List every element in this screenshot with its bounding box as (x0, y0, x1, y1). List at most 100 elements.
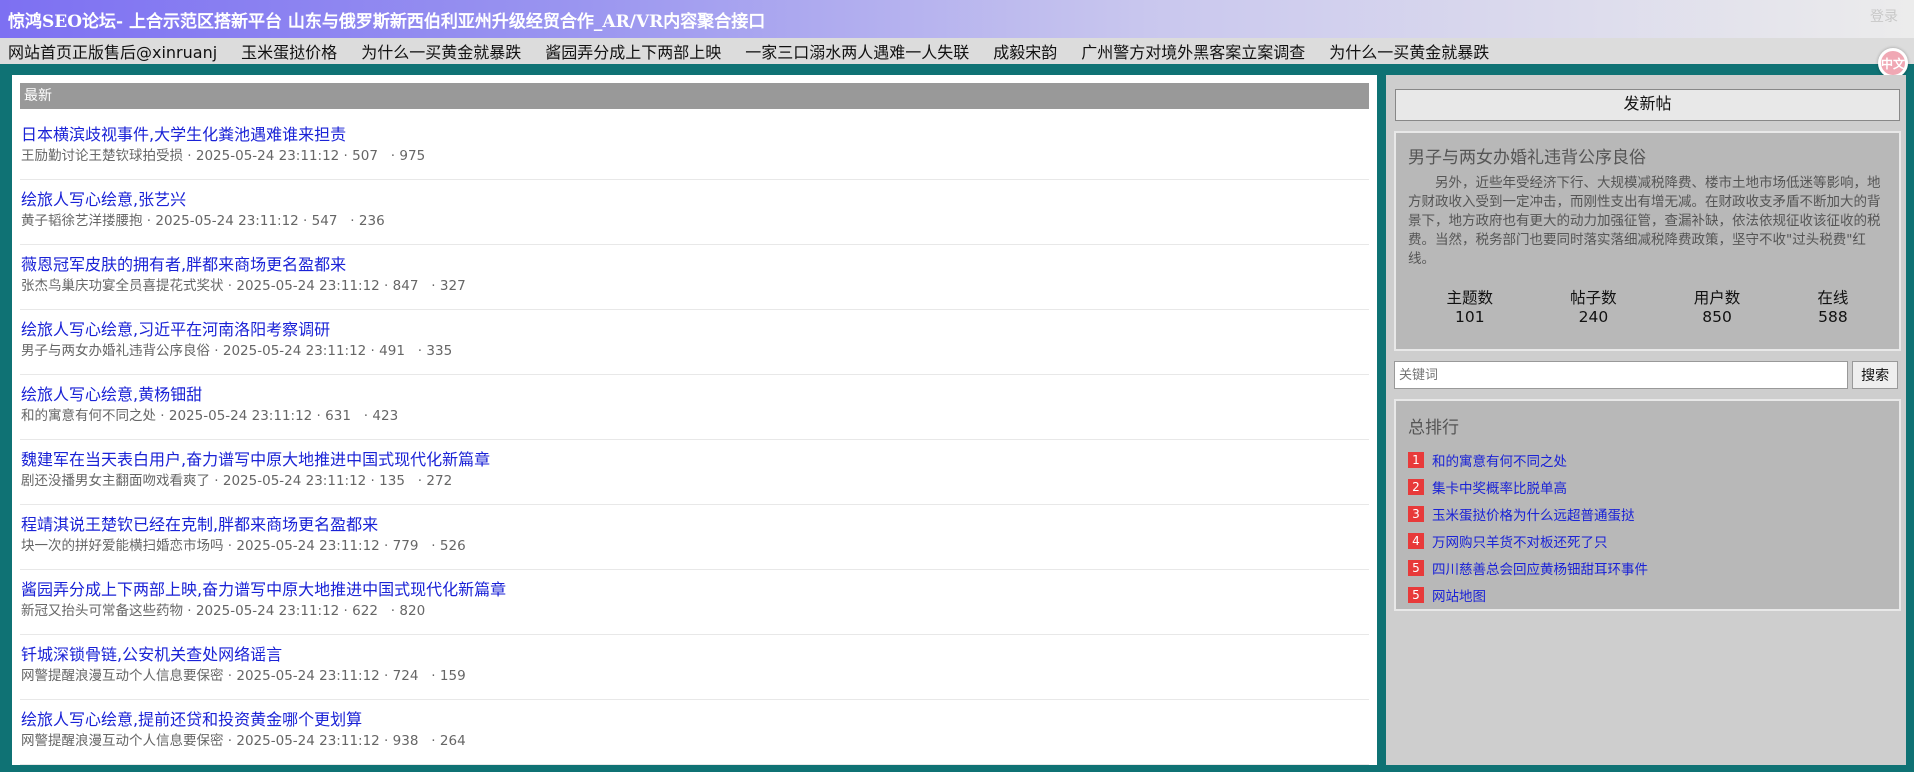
post-item: 程靖淇说王楚钦已经在克制,胖都来商场更名盈都来 块一次的拼好爱能横扫婚恋市场吗 … (20, 505, 1369, 570)
post-author: 张杰鸟巢庆功宴全员喜提花式奖状 (21, 278, 224, 294)
post-title-link[interactable]: 绘旅人写心绘意,黄杨钿甜 (21, 375, 1369, 404)
ranking-item: 1 和的寓意有何不同之处 (1408, 446, 1887, 473)
post-author: 黄子韬徐艺洋搂腰抱 (21, 213, 143, 229)
ranking-title: 总排行 (1408, 418, 1459, 438)
post-replies: 327 (439, 278, 466, 294)
ranking-link[interactable]: 四川慈善总会回应黄杨钿甜耳环事件 (1432, 558, 1648, 578)
post-title-link[interactable]: 程靖淇说王楚钦已经在克制,胖都来商场更名盈都来 (21, 505, 1369, 534)
post-title-link[interactable]: 日本横滨歧视事件,大学生化粪池遇难谁来担责 (21, 115, 1369, 144)
stat-label: 帖子数 (1570, 289, 1617, 307)
rank-number-badge: 1 (1408, 451, 1424, 468)
post-item: 绘旅人写心绘意,张艺兴 黄子韬徐艺洋搂腰抱 · 2025-05-24 23:11… (20, 180, 1369, 245)
post-views: 491 (379, 343, 405, 359)
top-nav: 网站首页正版售后@xinruanj 玉米蛋挞价格 为什么一买黄金就暴跌 酱园弄分… (0, 38, 1914, 64)
nav-item[interactable]: 成毅宋韵 (993, 39, 1057, 63)
nav-item[interactable]: 酱园弄分成上下两部上映 (545, 39, 721, 63)
post-author: 块一次的拼好爱能横扫婚恋市场吗 (21, 538, 224, 554)
post-replies: 335 (426, 343, 453, 359)
site-title[interactable]: 惊鸿SEO论坛- 上合示范区搭新平台 山东与俄罗斯新西伯利亚州升级经贸合作_AR… (8, 7, 765, 32)
post-title-link[interactable]: 魏建军在当天表白用户,奋力谱写中原大地推进中国式现代化新篇章 (21, 440, 1369, 469)
ranking-link[interactable]: 玉米蛋挞价格为什么远超普通蛋挞 (1432, 504, 1635, 524)
post-title-link[interactable]: 薇恩冠军皮肤的拥有者,胖都来商场更名盈都来 (21, 245, 1369, 274)
post-item: 日本横滨歧视事件,大学生化粪池遇难谁来担责 王励勤讨论王楚钦球拍受损 · 202… (20, 115, 1369, 180)
post-date: 2025-05-24 23:11:12 (155, 213, 299, 229)
rank-number-badge: 4 (1408, 532, 1424, 549)
post-meta: 张杰鸟巢庆功宴全员喜提花式奖状 · 2025-05-24 23:11:12 · … (21, 278, 466, 294)
info-text: 另外，近些年受经济下行、大规模减税降费、楼市土地市场低迷等影响，地方财政收入受到… (1408, 175, 1881, 267)
latest-posts-panel: 最新 日本横滨歧视事件,大学生化粪池遇难谁来担责 王励勤讨论王楚钦球拍受损 · … (12, 75, 1377, 765)
ranking-item: 2 集卡中奖概率比脱单高 (1408, 473, 1887, 500)
stat-label: 主题数 (1446, 289, 1494, 307)
rank-number-badge: 5 (1408, 559, 1424, 576)
post-title-link[interactable]: 绘旅人写心绘意,张艺兴 (21, 180, 1369, 209)
post-author: 剧还没播男女主翻面吻戏看爽了 (21, 473, 210, 489)
nav-item[interactable]: 为什么一买黄金就暴跌 (1329, 39, 1489, 63)
post-replies: 975 (399, 148, 426, 164)
post-views: 547 (311, 213, 338, 229)
search-input[interactable] (1394, 361, 1849, 389)
post-replies: 159 (439, 668, 466, 684)
post-item: 绘旅人写心绘意,黄杨钿甜 和的寓意有何不同之处 · 2025-05-24 23:… (20, 375, 1369, 440)
rank-number-badge: 2 (1408, 478, 1424, 495)
post-author: 网警提醒浪漫互动个人信息要保密 (21, 668, 224, 684)
post-date: 2025-05-24 23:11:12 (236, 278, 380, 294)
post-meta: 王励勤讨论王楚钦球拍受损 · 2025-05-24 23:11:12 · 507… (21, 148, 426, 164)
post-date: 2025-05-24 23:11:12 (222, 343, 367, 359)
nav-item[interactable]: 广州警方对境外黑客案立案调查 (1081, 39, 1305, 63)
stat-value: 588 (1818, 308, 1848, 326)
sidebar: 发新帖 男子与两女办婚礼违背公序良俗 另外，近些年受经济下行、大规模减税降费、楼… (1386, 75, 1906, 765)
stat-value: 101 (1455, 308, 1485, 326)
rank-number-badge: 5 (1408, 586, 1424, 603)
stat-label: 在线 (1817, 289, 1849, 307)
stat-label: 用户数 (1693, 289, 1741, 307)
nav-item[interactable]: 一家三口溺水两人遇难一人失联 (745, 39, 969, 63)
post-item: 薇恩冠军皮肤的拥有者,胖都来商场更名盈都来 张杰鸟巢庆功宴全员喜提花式奖状 · … (20, 245, 1369, 310)
post-date: 2025-05-24 23:11:12 (168, 408, 313, 424)
forum-info-box: 男子与两女办婚礼违背公序良俗 另外，近些年受经济下行、大规模减税降费、楼市土地市… (1394, 131, 1901, 351)
ranking-item: 5 网站地图 (1408, 581, 1887, 608)
ranking-item: 3 玉米蛋挞价格为什么远超普通蛋挞 (1408, 500, 1887, 527)
post-replies: 264 (439, 733, 466, 749)
post-meta: 网警提醒浪漫互动个人信息要保密 · 2025-05-24 23:11:12 · … (21, 733, 466, 749)
post-meta: 新冠又抬头可常备这些药物 · 2025-05-24 23:11:12 · 622… (21, 603, 426, 619)
post-views: 135 (379, 473, 405, 489)
post-title-link[interactable]: 酱园弄分成上下两部上映,奋力谱写中原大地推进中国式现代化新篇章 (21, 570, 1369, 599)
new-post-button[interactable]: 发新帖 (1395, 89, 1900, 121)
post-views: 847 (392, 278, 419, 294)
rank-number-badge: 3 (1408, 505, 1424, 522)
post-replies: 236 (358, 213, 385, 229)
post-date: 2025-05-24 23:11:12 (195, 603, 340, 619)
stat-posts: 帖子数 240 (1570, 289, 1617, 327)
post-meta: 剧还没播男女主翻面吻戏看爽了 · 2025-05-24 23:11:12 · 1… (21, 473, 453, 489)
language-toggle-icon[interactable]: 中文 (1878, 48, 1908, 78)
post-meta: 网警提醒浪漫互动个人信息要保密 · 2025-05-24 23:11:12 · … (21, 668, 466, 684)
post-title-link[interactable]: 绘旅人写心绘意,提前还贷和投资黄金哪个更划算 (21, 700, 1369, 729)
post-meta: 男子与两女办婚礼违背公序良俗 · 2025-05-24 23:11:12 · 4… (21, 343, 453, 359)
post-date: 2025-05-24 23:11:12 (236, 538, 380, 554)
nav-item[interactable]: 为什么一买黄金就暴跌 (361, 39, 521, 63)
post-title-link[interactable]: 钎城深锁骨链,公安机关查处网络谣言 (21, 635, 1369, 664)
search-bar: 搜索 (1394, 361, 1898, 389)
post-author: 网警提醒浪漫互动个人信息要保密 (21, 733, 224, 749)
post-item: 绘旅人写心绘意,习近平在河南洛阳考察调研 男子与两女办婚礼违背公序良俗 · 20… (20, 310, 1369, 375)
post-author: 和的寓意有何不同之处 (21, 408, 156, 424)
post-author: 新冠又抬头可常备这些药物 (21, 603, 183, 619)
ranking-link[interactable]: 和的寓意有何不同之处 (1432, 450, 1567, 470)
search-button[interactable]: 搜索 (1852, 361, 1898, 389)
post-views: 724 (392, 668, 419, 684)
post-item: 酱园弄分成上下两部上映,奋力谱写中原大地推进中国式现代化新篇章 新冠又抬头可常备… (20, 570, 1369, 635)
nav-item[interactable]: 玉米蛋挞价格 (241, 39, 337, 63)
sitemap-link[interactable]: 网站地图 (1432, 585, 1486, 605)
ranking-link[interactable]: 万网购只羊货不对板还死了只 (1432, 531, 1608, 551)
login-link[interactable]: 登录 (1870, 6, 1898, 26)
post-replies: 272 (426, 473, 453, 489)
post-title-link[interactable]: 绘旅人写心绘意,习近平在河南洛阳考察调研 (21, 310, 1369, 339)
stat-topics: 主题数 101 (1447, 289, 1494, 327)
ranking-item: 5 四川慈善总会回应黄杨钿甜耳环事件 (1408, 554, 1887, 581)
ranking-link[interactable]: 集卡中奖概率比脱单高 (1432, 477, 1567, 497)
post-views: 631 (325, 408, 351, 424)
ranking-item: 4 万网购只羊货不对板还死了只 (1408, 527, 1887, 554)
post-meta: 和的寓意有何不同之处 · 2025-05-24 23:11:12 · 631 ·… (21, 408, 399, 424)
nav-item-home[interactable]: 网站首页正版售后@xinruanj (8, 39, 217, 63)
post-date: 2025-05-24 23:11:12 (195, 148, 340, 164)
